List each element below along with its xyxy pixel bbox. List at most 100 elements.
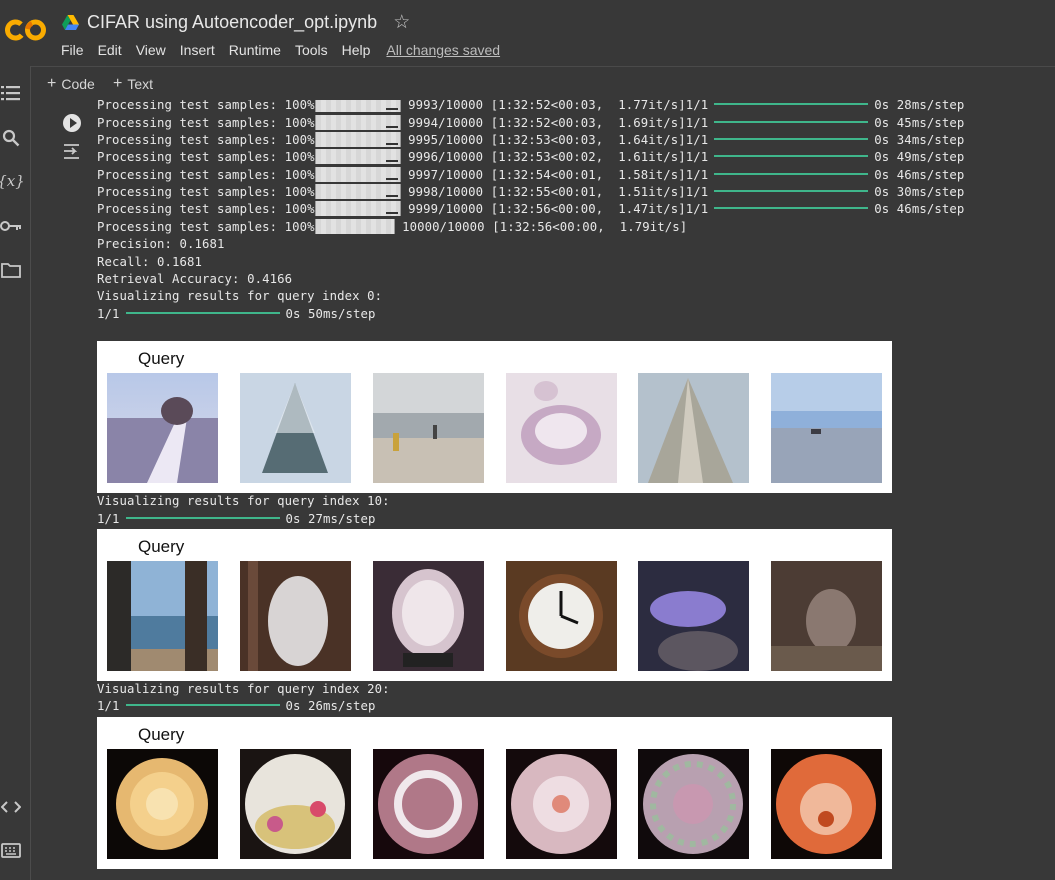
notebook-toolbar: + Code + Text bbox=[31, 66, 1055, 100]
keras-step-line: 1/1 0s 27ms/step bbox=[97, 511, 376, 528]
query-results-figure: Query bbox=[97, 341, 892, 493]
progress-timing: [1:32:53<00:02, 1.61it/s] bbox=[490, 150, 686, 164]
result-image bbox=[240, 749, 351, 859]
batch-count: 1/1 bbox=[685, 150, 709, 164]
result-image bbox=[506, 749, 617, 859]
batch-count: 1/1 bbox=[685, 202, 709, 216]
keras-step-line: 1/1 0s 26ms/step bbox=[97, 698, 376, 715]
save-status[interactable]: All changes saved bbox=[386, 42, 500, 58]
batch-count: 1/1 bbox=[97, 699, 120, 713]
progress-timing: [1:32:52<00:03, 1.69it/s] bbox=[490, 116, 686, 130]
batch-count: 1/1 bbox=[685, 116, 709, 130]
batch-count: 1/1 bbox=[685, 100, 709, 112]
progress-prefix: Processing test samples: 100% bbox=[97, 116, 315, 130]
key-glyph bbox=[0, 221, 21, 231]
progress-count: 9999/10000 bbox=[408, 202, 484, 216]
step-time: 0s 28ms/step bbox=[874, 100, 965, 112]
figure-query-label: Query bbox=[138, 537, 185, 556]
progress-timing: [1:32:56<00:00, 1.47it/s] bbox=[490, 202, 686, 216]
query-heading: Visualizing results for query index 0: bbox=[97, 289, 383, 303]
progress-timing: [1:32:52<00:03, 1.77it/s] bbox=[490, 100, 686, 112]
progress-line: Processing test samples: 100% 9993/10000… bbox=[97, 100, 964, 114]
result-image bbox=[240, 373, 351, 483]
angle-brackets-glyph bbox=[1, 801, 21, 813]
figure-query-label: Query bbox=[138, 725, 185, 744]
batch-count: 1/1 bbox=[685, 185, 709, 199]
progress-count: 9995/10000 bbox=[408, 133, 484, 147]
progress-prefix: Processing test samples: 100% bbox=[97, 100, 315, 112]
menu-runtime[interactable]: Runtime bbox=[229, 42, 281, 58]
progress-line: Processing test samples: 100% 9998/10000… bbox=[97, 184, 964, 201]
keras-progress-bar bbox=[125, 312, 280, 314]
progress-bar bbox=[314, 149, 401, 164]
star-icon[interactable]: ☆ bbox=[393, 13, 410, 32]
add-code-button[interactable]: + Code bbox=[47, 76, 95, 93]
result-image bbox=[771, 373, 882, 483]
progress-prefix: Processing test samples: 100% bbox=[97, 150, 315, 164]
plus-icon: + bbox=[113, 75, 123, 92]
result-image bbox=[373, 749, 484, 859]
figure-query-label: Query bbox=[138, 349, 185, 368]
result-image bbox=[506, 561, 617, 671]
result-image bbox=[638, 749, 749, 859]
keras-progress-bar bbox=[714, 103, 869, 105]
progress-prefix: Processing test samples: 100% bbox=[97, 133, 315, 147]
step-time: 0s 46ms/step bbox=[874, 168, 965, 182]
table-of-contents-icon[interactable] bbox=[0, 82, 22, 104]
progress-bar bbox=[314, 201, 401, 216]
menu-view[interactable]: View bbox=[136, 42, 166, 58]
menu-edit[interactable]: Edit bbox=[98, 42, 122, 58]
step-time: 0s 26ms/step bbox=[285, 699, 376, 713]
progress-timing: [1:32:56<00:00, 1.79it/s] bbox=[492, 220, 688, 234]
notebook-title[interactable]: CIFAR using Autoencoder_opt.ipynb bbox=[87, 12, 377, 33]
query-results-figure: Query bbox=[97, 717, 892, 869]
menu-tools[interactable]: Tools bbox=[295, 42, 328, 58]
terminal-icon[interactable] bbox=[0, 839, 22, 861]
cell-output-area[interactable]: Processing test samples: 100% 9993/10000… bbox=[31, 100, 1055, 880]
step-time: 0s 50ms/step bbox=[285, 307, 376, 321]
query-image bbox=[107, 373, 218, 483]
progress-bar bbox=[314, 100, 401, 112]
batch-count: 1/1 bbox=[685, 133, 709, 147]
step-time: 0s 27ms/step bbox=[285, 512, 376, 526]
magnifier-glyph bbox=[2, 129, 20, 147]
progress-line: Processing test samples: 100% 9995/10000… bbox=[97, 132, 964, 149]
add-text-button[interactable]: + Text bbox=[113, 75, 154, 93]
variables-icon[interactable]: {x} bbox=[0, 170, 25, 192]
add-text-label: Text bbox=[127, 76, 154, 92]
code-snippets-icon[interactable] bbox=[0, 796, 22, 818]
progress-count: 9994/10000 bbox=[408, 116, 484, 130]
files-folder-icon[interactable] bbox=[0, 259, 22, 281]
colab-logo-icon[interactable] bbox=[5, 16, 47, 44]
secrets-key-icon[interactable] bbox=[0, 215, 22, 237]
query-image bbox=[107, 561, 218, 671]
progress-line: Processing test samples: 100% 9999/10000… bbox=[97, 201, 964, 218]
menu-insert[interactable]: Insert bbox=[180, 42, 215, 58]
progress-line: Processing test samples: 100% 9994/10000… bbox=[97, 115, 964, 132]
progress-count: 10000/10000 bbox=[402, 220, 485, 234]
keras-progress-bar bbox=[714, 138, 869, 140]
progress-line: Processing test samples: 100% 9997/10000… bbox=[97, 167, 964, 184]
keras-progress-bar bbox=[714, 173, 869, 175]
menu-bar: File Edit View Insert Runtime Tools Help… bbox=[61, 42, 514, 58]
output-actions-icon[interactable] bbox=[62, 143, 82, 161]
progress-timing: [1:32:55<00:01, 1.51it/s] bbox=[490, 185, 686, 199]
progress-prefix: Processing test samples: 100% bbox=[97, 202, 315, 216]
run-cell-button[interactable] bbox=[63, 114, 81, 132]
result-image bbox=[373, 373, 484, 483]
menu-help[interactable]: Help bbox=[342, 42, 371, 58]
progress-timing: [1:32:53<00:03, 1.64it/s] bbox=[490, 133, 686, 147]
menu-file[interactable]: File bbox=[61, 42, 84, 58]
title-row: CIFAR using Autoencoder_opt.ipynb ☆ bbox=[62, 12, 410, 33]
keras-progress-bar bbox=[714, 190, 869, 192]
folder-glyph bbox=[1, 263, 21, 278]
keras-progress-bar bbox=[714, 155, 869, 157]
retrieval-accuracy-text: Retrieval Accuracy: 0.4166 bbox=[97, 272, 293, 286]
left-sidebar: {x} bbox=[0, 66, 31, 880]
progress-timing: [1:32:54<00:01, 1.58it/s] bbox=[490, 168, 686, 182]
search-icon[interactable] bbox=[0, 127, 22, 149]
google-drive-icon[interactable] bbox=[62, 15, 79, 30]
result-image bbox=[638, 373, 749, 483]
keyboard-glyph bbox=[1, 842, 21, 858]
progress-bar bbox=[314, 219, 395, 234]
